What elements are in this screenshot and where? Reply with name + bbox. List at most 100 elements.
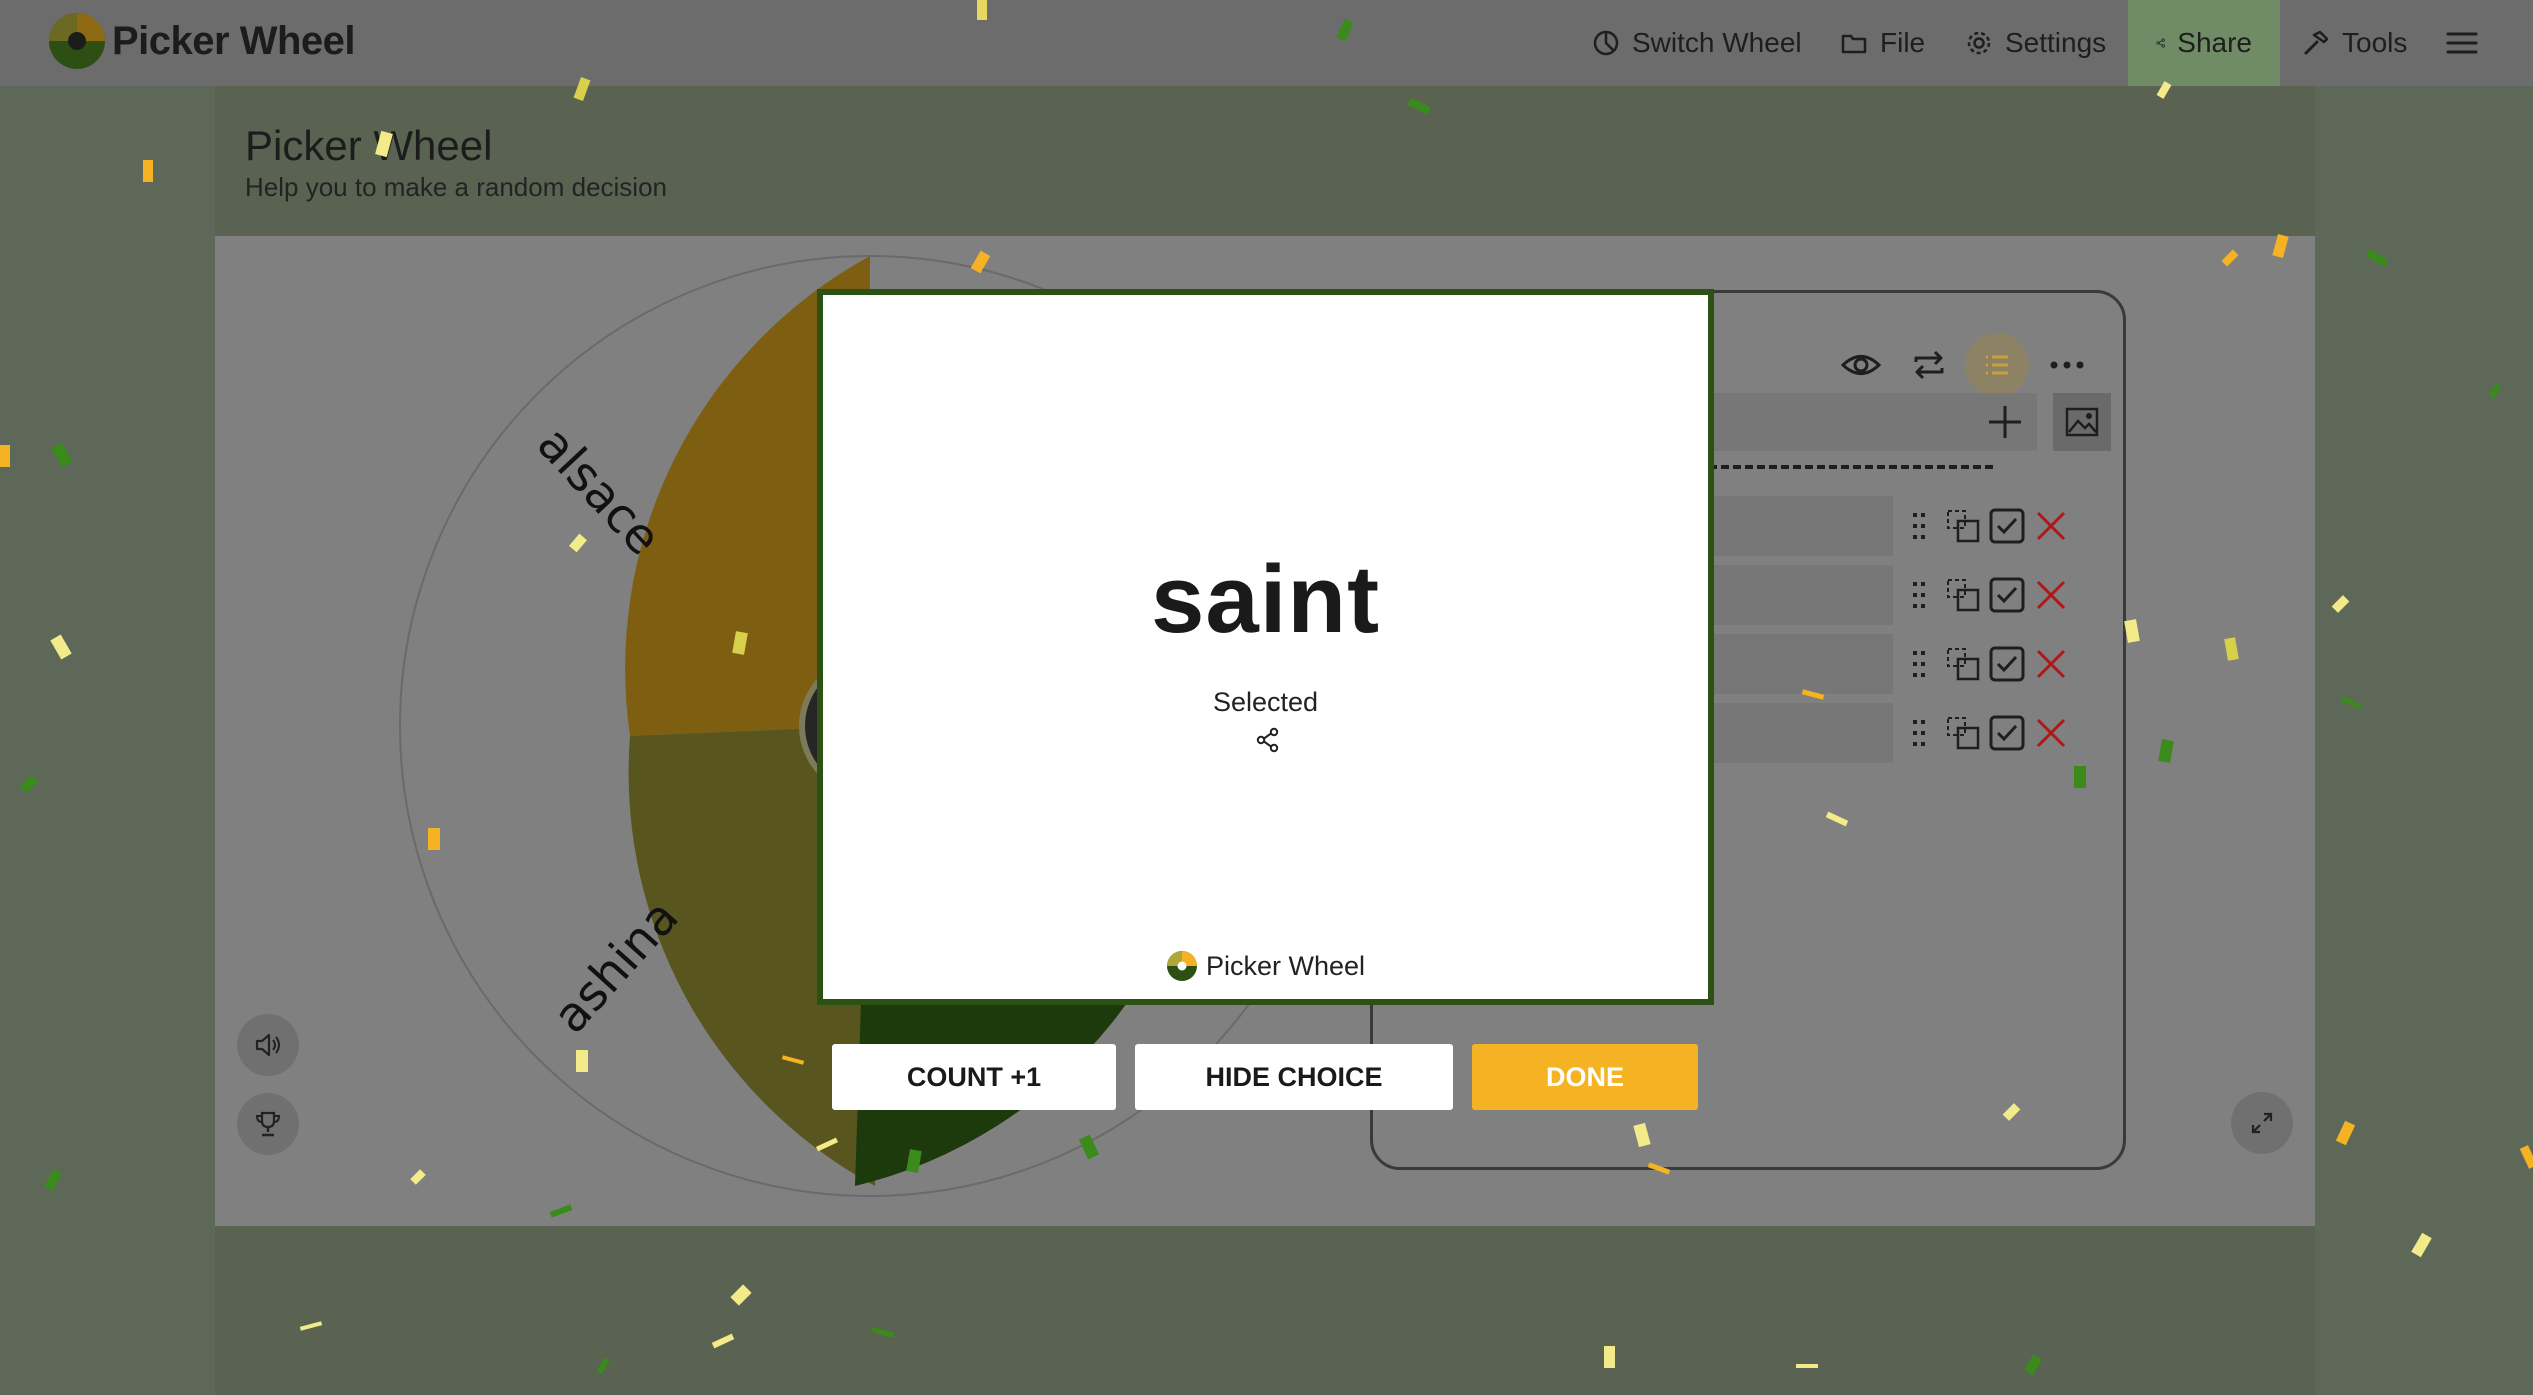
toggle-visibility-button[interactable] [1833, 337, 1889, 393]
entries-divider [1673, 465, 1993, 469]
confetti-piece [2488, 383, 2502, 399]
checkbox-icon [1989, 508, 2025, 544]
drag-icon [1913, 513, 1925, 539]
drag-handle[interactable] [1899, 713, 1939, 753]
confetti-piece [2411, 1232, 2432, 1258]
confetti-piece [50, 634, 72, 660]
hide-choice-button[interactable]: HIDE CHOICE [1135, 1044, 1453, 1110]
result-status: Selected [1212, 687, 1319, 717]
fullscreen-button[interactable] [2231, 1092, 2293, 1154]
confetti-piece [0, 445, 10, 467]
more-options-button[interactable] [2039, 337, 2095, 393]
speaker-icon [255, 1033, 280, 1057]
result-text: saint [1150, 546, 1381, 653]
nav-switch-wheel-label: Switch Wheel [1632, 27, 1802, 58]
delete-icon [2036, 718, 2066, 748]
list-view-button[interactable] [1965, 333, 2029, 397]
hamburger-menu-button[interactable] [2446, 0, 2490, 86]
top-navbar: Picker Wheel Switch Wheel File Settings … [0, 0, 2533, 86]
hammer-icon [2304, 30, 2329, 55]
confetti-piece [2331, 595, 2350, 613]
checkbox-icon [1989, 577, 2025, 613]
wheel-label-ashina: ashina [542, 889, 689, 1044]
duplicate-icon [1947, 717, 1980, 750]
confetti-piece [2339, 695, 2363, 710]
page-subtitle: Help you to make a random decision [245, 172, 668, 202]
duplicate-entry-button[interactable] [1943, 644, 1983, 684]
sound-toggle-button[interactable] [237, 1014, 299, 1076]
brand-name: Picker Wheel [112, 18, 356, 63]
wheel-label-alsace: alsace [526, 416, 671, 566]
entry-enabled-checkbox[interactable] [1987, 644, 2027, 684]
modal-footer: Picker Wheel [823, 950, 1708, 982]
duplicate-entry-button[interactable] [1943, 713, 1983, 753]
delete-icon [2036, 649, 2066, 679]
checkbox-icon [1989, 646, 2025, 682]
duplicate-entry-button[interactable] [1943, 575, 1983, 615]
nav-settings[interactable]: Settings [1965, 0, 2106, 86]
shuffle-entries-button[interactable] [1901, 337, 1957, 393]
drag-icon [1913, 582, 1925, 608]
modal-footer-brand: Picker Wheel [1205, 950, 1366, 981]
share-icon [2156, 38, 2165, 48]
switch-wheel-icon [1593, 30, 1619, 56]
drag-icon [1913, 651, 1925, 677]
repeat-icon [1914, 350, 1944, 380]
delete-icon [2036, 580, 2066, 610]
share-result-icon[interactable] [1255, 727, 1281, 753]
confetti-piece [51, 442, 73, 468]
list-icon [1986, 355, 2008, 375]
picker-wheel-logo-small [1166, 951, 1197, 981]
nav-tools[interactable]: Tools [2302, 0, 2407, 86]
gear-icon [1967, 31, 1991, 55]
image-icon [2065, 407, 2099, 437]
confetti-piece [2365, 249, 2389, 267]
delete-entry-button[interactable] [2031, 644, 2071, 684]
count-plus-one-button[interactable]: COUNT +1 [832, 1044, 1116, 1110]
nav-file-label: File [1880, 27, 1926, 58]
trophy-icon [255, 1111, 281, 1137]
add-entry-button[interactable] [1973, 393, 2037, 451]
picker-wheel-logo [49, 13, 105, 69]
duplicate-icon [1947, 648, 1980, 681]
done-button[interactable]: DONE [1472, 1044, 1698, 1110]
duplicate-icon [1947, 579, 1980, 612]
confetti-piece [143, 160, 153, 182]
drag-handle[interactable] [1899, 575, 1939, 615]
duplicate-icon [1947, 510, 1980, 543]
entry-enabled-checkbox[interactable] [1987, 713, 2027, 753]
nav-file[interactable]: File [1840, 0, 1925, 86]
eye-icon [1841, 355, 1881, 375]
confetti-piece [2335, 1120, 2356, 1146]
more-icon [2050, 361, 2084, 369]
page-title: Picker Wheel [245, 122, 493, 169]
confetti-piece [43, 1168, 63, 1192]
entry-enabled-checkbox[interactable] [1987, 506, 2027, 546]
hero: Picker Wheel Help you to make a random d… [215, 86, 2315, 236]
drag-handle[interactable] [1899, 644, 1939, 684]
drag-icon [1913, 720, 1925, 746]
duplicate-entry-button[interactable] [1943, 506, 1983, 546]
nav-switch-wheel[interactable]: Switch Wheel [1592, 0, 1802, 86]
drag-handle[interactable] [1899, 506, 1939, 546]
nav-share-label: Share [2177, 27, 2252, 58]
brand[interactable]: Picker Wheel [48, 12, 356, 70]
add-image-button[interactable] [2053, 393, 2111, 451]
delete-icon [2036, 511, 2066, 541]
plus-icon [1989, 406, 2021, 438]
expand-icon [2251, 1112, 2273, 1134]
folder-icon [1841, 34, 1867, 54]
confetti-piece [2519, 1145, 2533, 1169]
hamburger-icon [2446, 32, 2478, 54]
checkbox-icon [1989, 715, 2025, 751]
delete-entry-button[interactable] [2031, 713, 2071, 753]
trophy-button[interactable] [237, 1093, 299, 1155]
nav-tools-label: Tools [2342, 27, 2408, 58]
entry-enabled-checkbox[interactable] [1987, 575, 2027, 615]
nav-settings-label: Settings [2005, 27, 2107, 58]
result-modal: saint Selected Picker Wheel [817, 289, 1714, 1005]
delete-entry-button[interactable] [2031, 506, 2071, 546]
confetti-piece [19, 774, 39, 794]
nav-share[interactable]: Share [2128, 0, 2280, 86]
delete-entry-button[interactable] [2031, 575, 2071, 615]
